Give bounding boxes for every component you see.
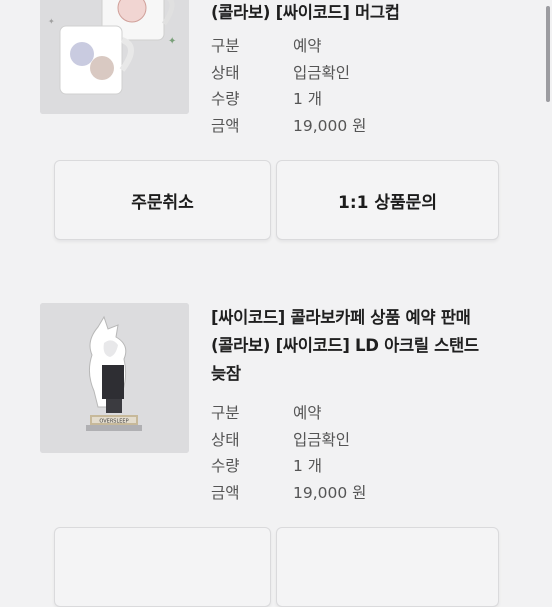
mug-product-image: ✦ ✦ [40,0,189,114]
product-inquiry-button[interactable] [276,527,499,607]
info-row-status: 상태 입금확인 [211,63,351,82]
info-row-price: 금액 19,000 원 [211,116,367,135]
info-row-status: 상태 입금확인 [211,430,351,449]
svg-text:✦: ✦ [168,36,176,47]
product-inquiry-button[interactable]: 1:1 상품문의 [276,160,499,240]
svg-text:✦: ✦ [48,17,55,26]
stand-base-label: OVERSLEEP [99,419,128,425]
product-thumbnail[interactable]: ✦ ✦ [40,0,189,114]
order-info: 구분 예약 상태 입금확인 수량 1 개 금액 19,000 원 [211,401,511,507]
info-row-quantity: 수량 1 개 [211,90,323,109]
cancel-order-button[interactable]: 주문취소 [54,160,271,240]
order-info: 구분 예약 상태 입금확인 수량 1 개 금액 19,000 원 [211,34,511,140]
info-row-price: 금액 19,000 원 [211,483,367,502]
cancel-order-button[interactable] [54,527,271,607]
product-title[interactable]: [싸이코드] 콜라보카페 상품 예약 판매 (콜라보) [싸이코드] LD 아크… [211,304,531,388]
product-title[interactable]: (콜라보) [싸이코드] 머그컵 [211,0,531,27]
scrollbar[interactable] [546,6,550,102]
info-row-quantity: 수량 1 개 [211,457,323,476]
product-thumbnail[interactable]: OVERSLEEP [40,303,189,453]
info-row-type: 구분 예약 [211,404,322,422]
info-row-type: 구분 예약 [211,37,322,55]
acrylic-stand-product-image: OVERSLEEP [40,303,189,453]
